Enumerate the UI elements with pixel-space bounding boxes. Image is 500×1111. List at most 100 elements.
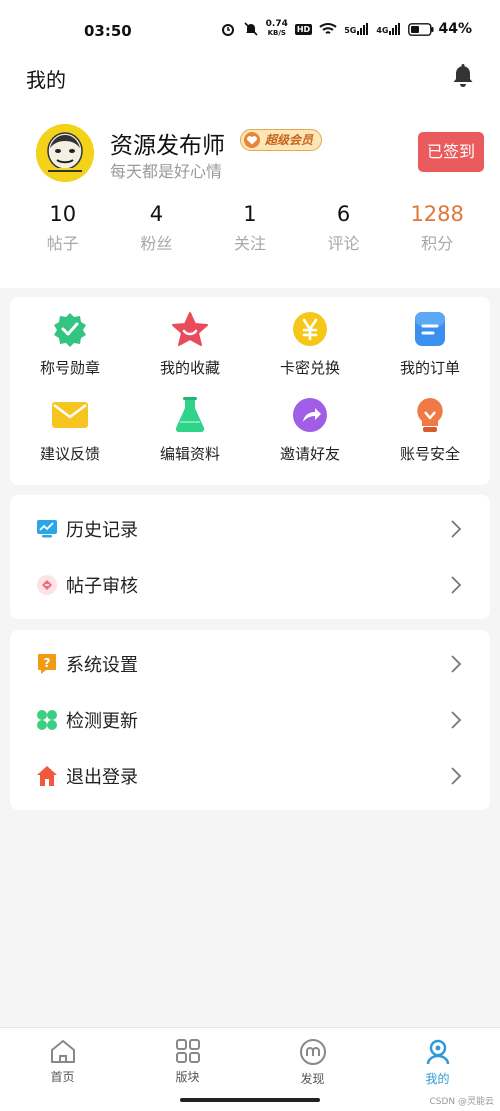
badge-icon	[50, 309, 90, 349]
stat-following[interactable]: 1 关注	[203, 202, 297, 254]
menu-item-label: 系统设置	[66, 655, 138, 676]
feature-grid: 称号勋章 我的收藏 卡密兑换 我的订单 建议反馈 编辑资料 邀请好友 账号安全	[10, 297, 490, 485]
history-icon	[36, 518, 58, 540]
flask-icon	[170, 395, 210, 435]
grid-label: 卡密兑换	[279, 359, 340, 377]
bell-icon[interactable]	[452, 62, 474, 88]
signal-bars-icon	[357, 23, 369, 35]
net-speed-value: 0.74	[265, 19, 288, 29]
signal-4g: 4G	[376, 23, 401, 35]
settings-icon: ?	[36, 653, 58, 675]
menu-item-logout[interactable]: 退出登录	[10, 748, 490, 804]
chevron-right-icon	[451, 711, 462, 729]
mute-bell-icon	[244, 22, 258, 36]
menu-item-settings[interactable]: ? 系统设置	[10, 636, 490, 692]
stat-value: 10	[49, 202, 77, 226]
stat-points[interactable]: 1288 积分	[390, 202, 484, 254]
grid-label: 邀请好友	[279, 445, 340, 463]
stat-comments[interactable]: 6 评论	[297, 202, 391, 254]
grid-label: 称号勋章	[39, 359, 100, 377]
grid-item-edit-profile[interactable]: 编辑资料	[130, 391, 250, 477]
grid-item-favorites[interactable]: 我的收藏	[130, 305, 250, 391]
grid-item-feedback[interactable]: 建议反馈	[10, 391, 130, 477]
menu-item-update[interactable]: 检测更新	[10, 692, 490, 748]
stat-posts[interactable]: 10 帖子	[16, 202, 110, 254]
username: 资源发布师	[110, 133, 225, 159]
discover-icon	[299, 1039, 326, 1065]
stat-label: 关注	[233, 234, 266, 253]
menu-item-review[interactable]: 帖子审核	[10, 557, 490, 613]
stats-row: 10 帖子 4 粉丝 1 关注 6 评论 1288 积分	[16, 202, 484, 254]
avatar[interactable]	[36, 124, 94, 182]
stat-value: 4	[149, 202, 164, 226]
stat-value: 1288	[410, 202, 464, 226]
grid-icon	[175, 1039, 200, 1063]
grid-item-invite[interactable]: 邀请好友	[250, 391, 370, 477]
stat-label: 评论	[327, 234, 360, 253]
review-icon	[36, 574, 58, 596]
yen-icon	[290, 309, 330, 349]
wifi-icon	[319, 23, 337, 34]
tab-label: 首页	[50, 1070, 75, 1084]
tab-home[interactable]: 首页	[0, 1028, 125, 1111]
battery-percent: 44%	[438, 21, 472, 37]
vip-badge: 超级会员	[240, 129, 323, 151]
home-icon	[50, 1040, 75, 1063]
status-icons: 0.74 KB/S HD 5G 4G 44%	[220, 20, 472, 38]
vip-label: 超级会员	[265, 133, 314, 147]
grid-item-redeem[interactable]: 卡密兑换	[250, 305, 370, 391]
hd-icon: HD	[294, 23, 313, 35]
stat-value: 1	[243, 202, 257, 226]
menu-list-2: ? 系统设置 检测更新 退出登录	[10, 630, 490, 810]
bulb-icon	[410, 395, 450, 435]
signal-bars-icon	[389, 23, 401, 35]
logout-icon	[36, 765, 58, 787]
grid-item-orders[interactable]: 我的订单	[370, 305, 490, 391]
stat-fans[interactable]: 4 粉丝	[110, 202, 204, 254]
header: 我的	[0, 62, 500, 110]
tab-label: 我的	[425, 1072, 450, 1086]
menu-item-label: 检测更新	[66, 711, 138, 732]
stat-label: 帖子	[46, 234, 79, 253]
stat-label: 积分	[421, 234, 454, 253]
status-time: 03:50	[84, 22, 132, 40]
battery: 44%	[408, 21, 472, 37]
chevron-right-icon	[451, 767, 462, 785]
menu-item-label: 帖子审核	[66, 576, 138, 597]
share-icon	[290, 395, 330, 435]
order-icon	[410, 309, 450, 349]
grid-item-security[interactable]: 账号安全	[370, 391, 490, 477]
grid-label: 我的收藏	[159, 359, 220, 377]
checkin-button[interactable]: 已签到	[418, 132, 484, 172]
signal-5g: 5G	[344, 23, 369, 35]
watermark: CSDN @灵能云	[429, 1097, 494, 1107]
stat-value: 6	[336, 202, 351, 226]
user-icon	[426, 1039, 449, 1065]
user-motto: 每天都是好心情	[110, 162, 223, 181]
stat-label: 粉丝	[140, 234, 173, 253]
alarm-icon	[221, 24, 234, 36]
grid-label: 账号安全	[399, 445, 460, 463]
mail-icon	[50, 395, 90, 435]
menu-item-history[interactable]: 历史记录	[10, 501, 490, 557]
svg-text:?: ?	[44, 656, 51, 670]
home-indicator[interactable]	[180, 1098, 320, 1102]
update-icon	[36, 709, 58, 731]
grid-label: 编辑资料	[159, 445, 220, 463]
battery-icon	[408, 22, 434, 36]
profile-section: 资源发布师 超级会员 每天都是好心情 已签到 10 帖子 4 粉丝 1 关注 6 评论 …	[0, 110, 500, 288]
page-title: 我的	[26, 68, 66, 92]
menu-list-1: 历史记录 帖子审核	[10, 495, 490, 619]
chevron-right-icon	[451, 655, 462, 673]
grid-item-badges[interactable]: 称号勋章	[10, 305, 130, 391]
menu-item-label: 历史记录	[66, 520, 138, 541]
star-icon	[170, 309, 210, 349]
tab-label: 版块	[175, 1070, 200, 1084]
tab-label: 发现	[300, 1072, 325, 1086]
status-bar: 03:50 0.74 KB/S HD 5G 4G 44%	[0, 0, 500, 62]
vip-heart-icon	[244, 132, 260, 148]
chevron-right-icon	[451, 520, 462, 538]
chevron-right-icon	[451, 576, 462, 594]
grid-label: 建议反馈	[39, 445, 100, 463]
signal-5g-label: 5G	[344, 26, 357, 35]
